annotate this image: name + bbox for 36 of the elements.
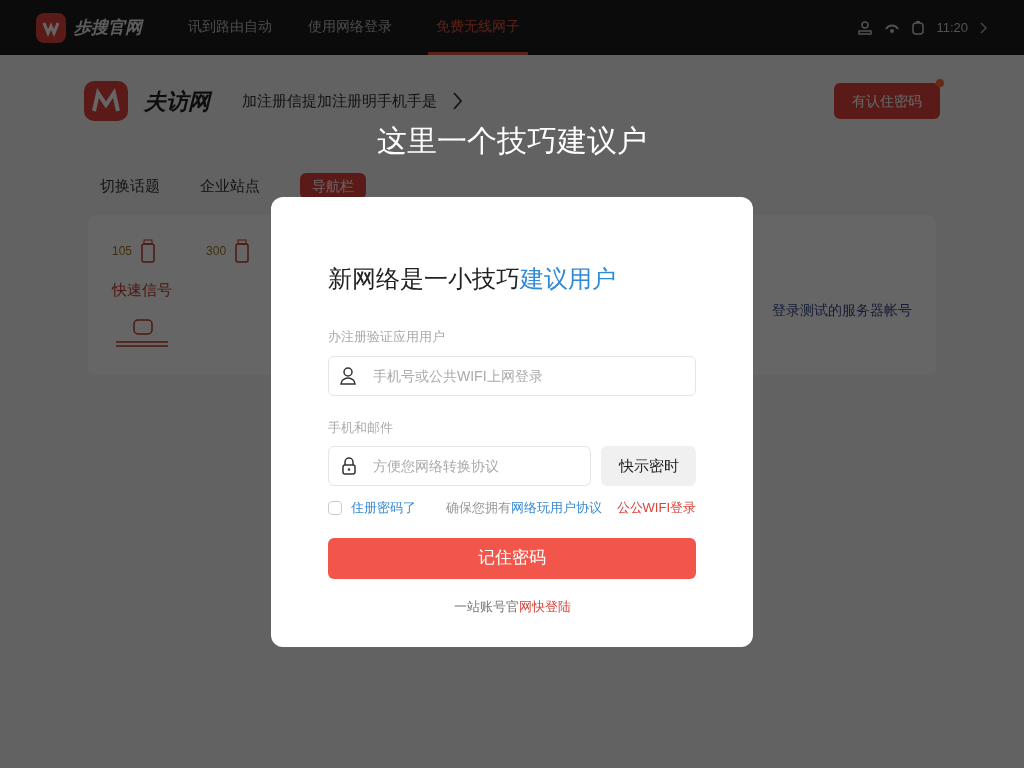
code-button[interactable]: 快示密时 xyxy=(601,446,696,486)
chevron-right-icon[interactable] xyxy=(980,21,988,34)
wifi-login-link[interactable]: 公公WIFI登录 xyxy=(616,498,696,518)
field-label: 办注册验证应用用户 xyxy=(328,328,446,346)
logo-text: 歩搜官网 xyxy=(74,16,142,39)
remember-label[interactable]: 住册密码了 xyxy=(351,498,416,518)
jar-icon xyxy=(140,239,157,263)
content-tab[interactable]: 企业站点 xyxy=(200,174,260,198)
chevron-right-icon[interactable] xyxy=(453,92,463,110)
user-icon[interactable] xyxy=(858,20,873,35)
content-tab[interactable]: 切换话题 xyxy=(100,174,160,198)
username-field[interactable]: 手机号或公共WIFI上网登录 xyxy=(328,355,696,396)
agreement-link[interactable]: 网络玩用户协议 xyxy=(511,500,602,515)
field-label: 手机和邮件 xyxy=(328,418,394,437)
nav-tab[interactable]: 免费无线网子 xyxy=(428,0,528,55)
content-link[interactable]: 快速信号 xyxy=(112,279,251,302)
logo-icon xyxy=(36,12,66,43)
user-icon xyxy=(340,366,356,385)
breadcrumb-text[interactable]: 加注册信提加注册明手机手是 xyxy=(242,89,437,113)
agreement-text: 确保您拥有网络玩用户协议 xyxy=(446,499,602,517)
side-text: 登录测试的服务器帐号 xyxy=(772,300,912,320)
remember-checkbox[interactable] xyxy=(328,500,342,515)
battery-icon[interactable] xyxy=(912,20,925,35)
stat-text: 105 xyxy=(112,243,133,260)
footer-text: 一站账号官网快登陆 xyxy=(452,597,572,616)
dialog-title: 新网络是一小技巧建议用户 xyxy=(328,264,617,294)
footer-link[interactable]: 网快登陆 xyxy=(518,598,571,614)
caption-text: 这里一个技巧建议户 xyxy=(377,123,647,159)
logo-icon xyxy=(84,81,128,121)
password-field[interactable]: 方便您网络转换协议 xyxy=(328,446,591,486)
clock-text: 11:20 xyxy=(936,18,968,37)
lock-icon xyxy=(342,457,356,475)
jar-icon xyxy=(234,239,251,263)
stat-text: 300 xyxy=(206,243,227,260)
submit-button[interactable]: 记住密码 xyxy=(328,537,696,579)
content-tab[interactable]: 导航栏 xyxy=(300,173,366,199)
